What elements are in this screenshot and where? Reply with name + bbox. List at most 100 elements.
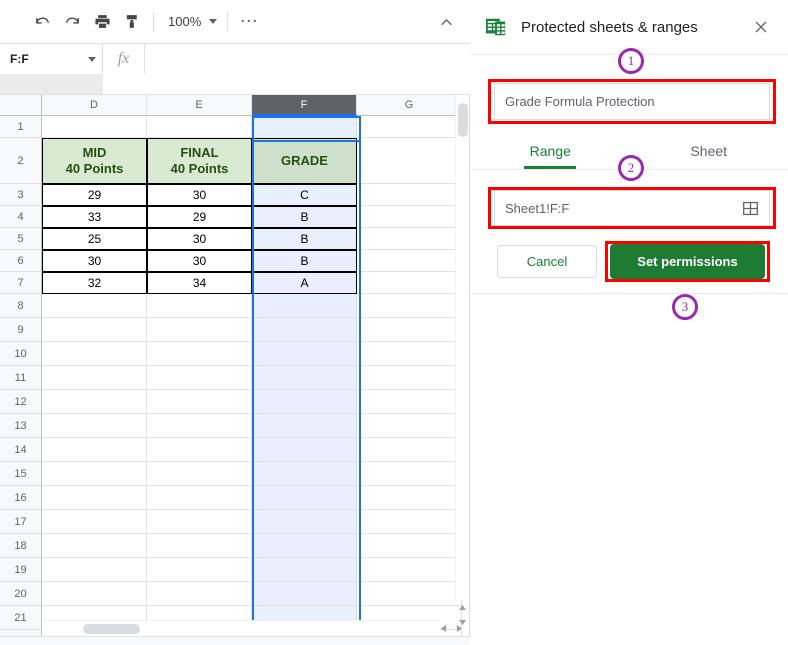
row-header-10[interactable]: 10 [0,342,42,366]
cell-G6[interactable] [357,250,462,272]
cell-D5[interactable]: 25 [42,228,147,250]
cell-E10[interactable] [147,342,252,366]
cell-F4[interactable]: B [252,206,357,228]
row-header-18[interactable]: 18 [0,534,42,558]
cell-F12[interactable] [252,390,357,414]
column-header-f[interactable]: F [252,95,357,116]
cell-F1[interactable] [252,116,357,138]
horizontal-scrollbar[interactable] [42,620,440,636]
cell-F19[interactable] [252,558,357,582]
cell-E13[interactable] [147,414,252,438]
row-header-9[interactable]: 9 [0,318,42,342]
cell-F13[interactable] [252,414,357,438]
cell-E20[interactable] [147,582,252,606]
scroll-up-icon[interactable] [455,600,469,615]
range-input[interactable]: Sheet1!F:F [494,190,770,226]
row-header-4[interactable]: 4 [0,206,42,228]
cell-F20[interactable] [252,582,357,606]
cell-G15[interactable] [357,462,462,486]
cell-F6[interactable]: B [252,250,357,272]
cell-D20[interactable] [42,582,147,606]
select-all-corner[interactable] [0,95,42,116]
cell-G4[interactable] [357,206,462,228]
cancel-button[interactable]: Cancel [497,245,597,278]
cell-E4[interactable]: 29 [147,206,252,228]
column-header-d[interactable]: D [42,95,147,116]
cell-G17[interactable] [357,510,462,534]
cell-D18[interactable] [42,534,147,558]
row-header-21[interactable]: 21 [0,606,42,630]
row-header-1[interactable]: 1 [0,116,42,138]
cell-G5[interactable] [357,228,462,250]
cell-E7[interactable]: 34 [147,272,252,294]
row-header-15[interactable]: 15 [0,462,42,486]
cell-D1[interactable] [42,116,147,138]
cell-D11[interactable] [42,366,147,390]
range-picker-icon[interactable] [739,197,761,219]
row-header-2[interactable]: 2 [0,138,42,184]
cell-F17[interactable] [252,510,357,534]
cell-G2[interactable] [357,138,462,184]
cell-F10[interactable] [252,342,357,366]
cell-F7[interactable]: A [252,272,357,294]
name-box[interactable]: F:F [0,44,103,74]
cell-F14[interactable] [252,438,357,462]
paint-format-icon[interactable] [117,7,147,37]
scroll-left-icon[interactable] [435,620,451,636]
row-header-7[interactable]: 7 [0,272,42,294]
row-header-11[interactable]: 11 [0,366,42,390]
cell-G3[interactable] [357,184,462,206]
cell-F11[interactable] [252,366,357,390]
row-header-14[interactable]: 14 [0,438,42,462]
cell-D2[interactable]: MID 40 Points [42,138,147,184]
cell-F5[interactable]: B [252,228,357,250]
cell-G19[interactable] [357,558,462,582]
set-permissions-button[interactable]: Set permissions [610,244,765,279]
cell-D14[interactable] [42,438,147,462]
cell-D13[interactable] [42,414,147,438]
cell-E5[interactable]: 30 [147,228,252,250]
cell-D16[interactable] [42,486,147,510]
column-header-g[interactable]: G [357,95,462,116]
cell-G1[interactable] [357,116,462,138]
row-header-3[interactable]: 3 [0,184,42,206]
row-header-12[interactable]: 12 [0,390,42,414]
cell-G11[interactable] [357,366,462,390]
collapse-menus-icon[interactable] [432,8,460,36]
cell-E6[interactable]: 30 [147,250,252,272]
description-input[interactable]: Grade Formula Protection [494,83,770,120]
row-header-8[interactable]: 8 [0,294,42,318]
cell-E2[interactable]: FINAL 40 Points [147,138,252,184]
cell-F2[interactable]: GRADE [252,138,357,184]
cell-G16[interactable] [357,486,462,510]
horizontal-scrollbar-thumb[interactable] [83,624,140,634]
cell-F16[interactable] [252,486,357,510]
cell-D12[interactable] [42,390,147,414]
cell-E8[interactable] [147,294,252,318]
cell-E17[interactable] [147,510,252,534]
print-icon[interactable] [87,7,117,37]
cell-G18[interactable] [357,534,462,558]
cell-E18[interactable] [147,534,252,558]
cell-E16[interactable] [147,486,252,510]
cell-E1[interactable] [147,116,252,138]
cell-F9[interactable] [252,318,357,342]
redo-icon[interactable] [57,7,87,37]
name-box-chevron-down-icon[interactable] [88,57,96,62]
cell-G10[interactable] [357,342,462,366]
cell-D17[interactable] [42,510,147,534]
cell-G8[interactable] [357,294,462,318]
cell-D7[interactable]: 32 [42,272,147,294]
cell-E3[interactable]: 30 [147,184,252,206]
undo-icon[interactable] [27,7,57,37]
cell-E15[interactable] [147,462,252,486]
cell-G7[interactable] [357,272,462,294]
scroll-right-icon[interactable] [451,620,467,636]
cell-G12[interactable] [357,390,462,414]
vertical-scrollbar[interactable] [455,95,469,600]
cell-E19[interactable] [147,558,252,582]
cell-G14[interactable] [357,438,462,462]
cell-D3[interactable]: 29 [42,184,147,206]
row-header-17[interactable]: 17 [0,510,42,534]
cell-E12[interactable] [147,390,252,414]
